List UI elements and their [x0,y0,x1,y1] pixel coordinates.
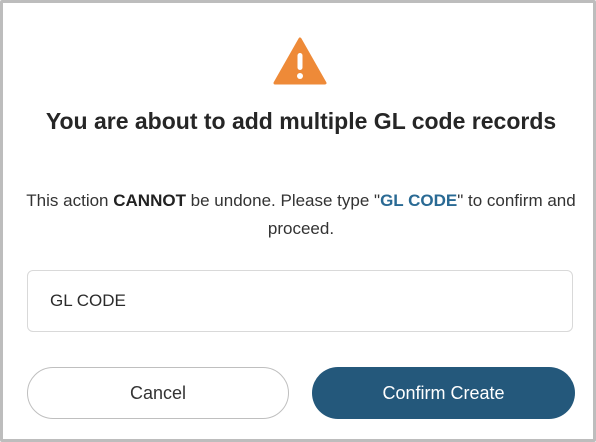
confirm-create-button[interactable]: Confirm Create [312,367,575,419]
cancel-button-label: Cancel [129,382,187,403]
message-emphasis: CANNOT [113,191,186,210]
confirmation-dialog: You are about to add multiple GL code re… [0,0,596,442]
confirm-create-button-label: Confirm Create [382,382,505,403]
warning-icon [273,37,327,85]
confirmation-keyword: GL CODE [380,191,458,210]
confirmation-input[interactable] [27,270,573,332]
message-text: be undone. Please type " [185,191,381,210]
dialog-message: This action CANNOT be undone. Please typ… [17,187,585,243]
cancel-button[interactable]: Cancel [27,367,289,419]
message-text: This action [26,191,114,210]
dialog-title: You are about to add multiple GL code re… [45,108,557,134]
